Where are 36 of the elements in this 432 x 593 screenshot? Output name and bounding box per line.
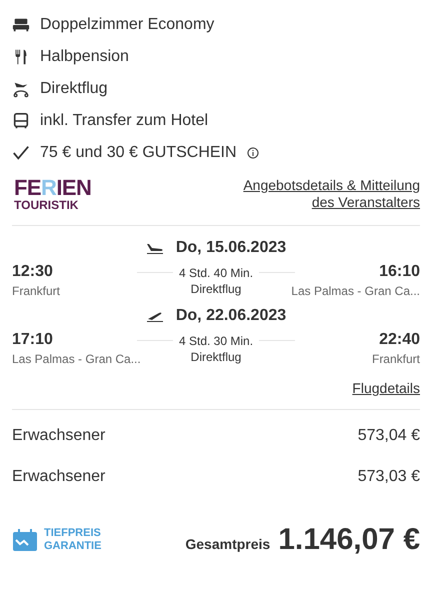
- arrival-time: 22:40: [379, 330, 420, 350]
- plane-landing-icon: [146, 310, 164, 322]
- feature-text: Doppelzimmer Economy: [40, 15, 214, 35]
- arrival-place: Las Palmas - Gran Ca...: [291, 283, 420, 300]
- feature-text: Halbpension: [40, 47, 129, 67]
- flight-duration: 4 Std. 40 Min.: [178, 265, 254, 281]
- checkmark-icon: [12, 144, 30, 162]
- price-guarantee-icon: [12, 528, 38, 552]
- arrival-time: 16:10: [379, 262, 420, 282]
- bus-icon: [12, 112, 30, 130]
- info-icon[interactable]: [246, 147, 259, 159]
- departure-place: Frankfurt: [12, 283, 62, 300]
- departure-time: 17:10: [12, 330, 54, 350]
- traveller-label: Erwachsener: [12, 467, 106, 487]
- flight-date: Do, 15.06.2023: [176, 238, 286, 258]
- departure-time: 12:30: [12, 262, 54, 282]
- flight-duration: 4 Std. 30 Min.: [178, 333, 254, 349]
- flight-details-link[interactable]: Flugdetails: [352, 378, 420, 399]
- total-price: 1.146,07 €: [278, 522, 420, 558]
- flight-type: Direktflug: [190, 349, 242, 365]
- plane-car-icon: [12, 80, 30, 98]
- flight-date: Do, 22.06.2023: [176, 306, 286, 326]
- traveller-label: Erwachsener: [12, 426, 106, 446]
- traveller-price: 573,03 €: [358, 467, 420, 487]
- feature-text: Direktflug: [40, 79, 108, 99]
- arrival-place: Frankfurt: [372, 351, 420, 368]
- flight-type: Direktflug: [190, 281, 242, 297]
- offer-details-link[interactable]: Angebotsdetails & Mitteilung des Veranstalters: [230, 177, 420, 211]
- operator-logo: FERIEN TOURISTIK: [14, 177, 92, 211]
- bed-icon: [12, 16, 30, 34]
- price-guarantee-text: TIEFPREIS GARANTIE: [44, 526, 102, 552]
- feature-text: 75 € und 30 € GUTSCHEIN: [40, 143, 237, 163]
- traveller-price: 573,04 €: [358, 426, 420, 446]
- plane-departure-icon: [146, 242, 164, 254]
- total-label: Gesamtpreis: [185, 535, 270, 554]
- feature-text: inkl. Transfer zum Hotel: [40, 111, 208, 131]
